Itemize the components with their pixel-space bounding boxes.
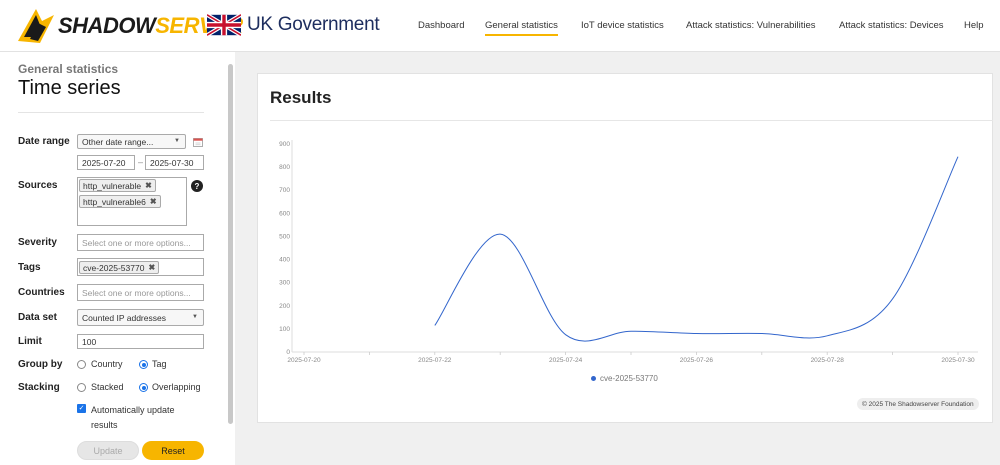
- y-tick-label: 400: [279, 257, 290, 264]
- x-tick-label: 2025-07-26: [680, 357, 714, 364]
- legend-dot-icon: [591, 376, 596, 381]
- x-tick-label: 2025-07-22: [418, 357, 452, 364]
- y-tick-label: 800: [279, 164, 290, 171]
- x-tick-label: 2025-07-30: [941, 357, 975, 364]
- x-tick-label: 2025-07-20: [287, 357, 321, 364]
- time-series-chart[interactable]: 0 100 200 300 400 500 600 700 800 900 2025-07-20 20…: [0, 0, 1000, 465]
- y-tick-label: 500: [279, 233, 290, 240]
- series-line-cve-2025-53770: [434, 156, 959, 342]
- y-tick-label: 100: [279, 326, 290, 333]
- chart-legend[interactable]: cve-2025-53770: [591, 374, 658, 383]
- credit-badge: © 2025 The Shadowserver Foundation: [857, 398, 979, 410]
- x-tick-label: 2025-07-24: [549, 357, 583, 364]
- legend-label: cve-2025-53770: [600, 374, 658, 383]
- x-tick-label: 2025-07-28: [811, 357, 845, 364]
- y-tick-label: 300: [279, 280, 290, 287]
- y-tick-label: 200: [279, 303, 290, 310]
- y-tick-label: 0: [286, 349, 290, 356]
- y-tick-label: 700: [279, 187, 290, 194]
- y-tick-label: 900: [279, 141, 290, 148]
- y-tick-label: 600: [279, 210, 290, 217]
